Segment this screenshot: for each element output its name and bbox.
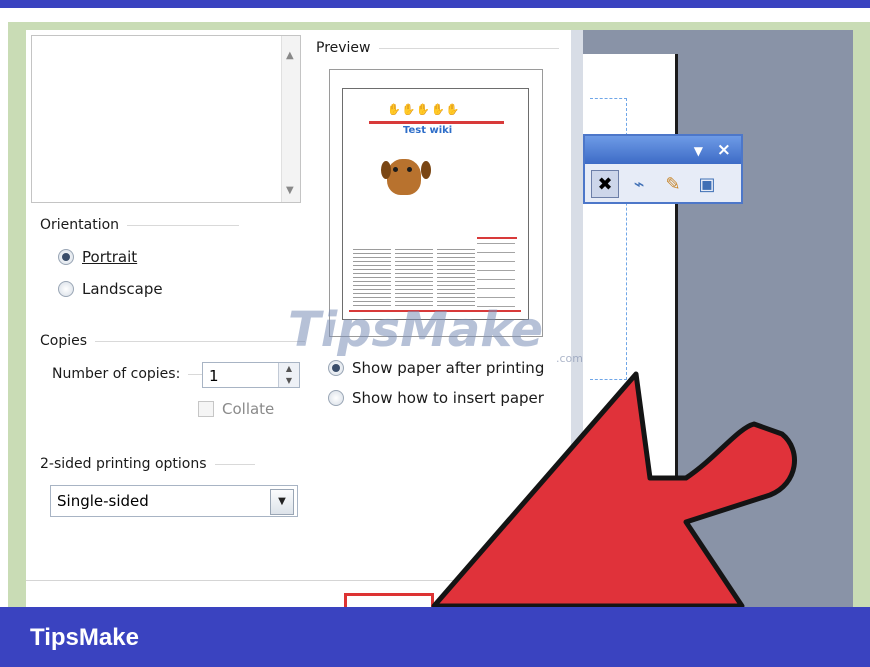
red-arrow-graphic (431, 371, 797, 609)
footer-bar: TipsMake (0, 607, 870, 667)
red-arrow-icon (431, 371, 797, 609)
brand-logo: TipsMake (30, 624, 139, 651)
